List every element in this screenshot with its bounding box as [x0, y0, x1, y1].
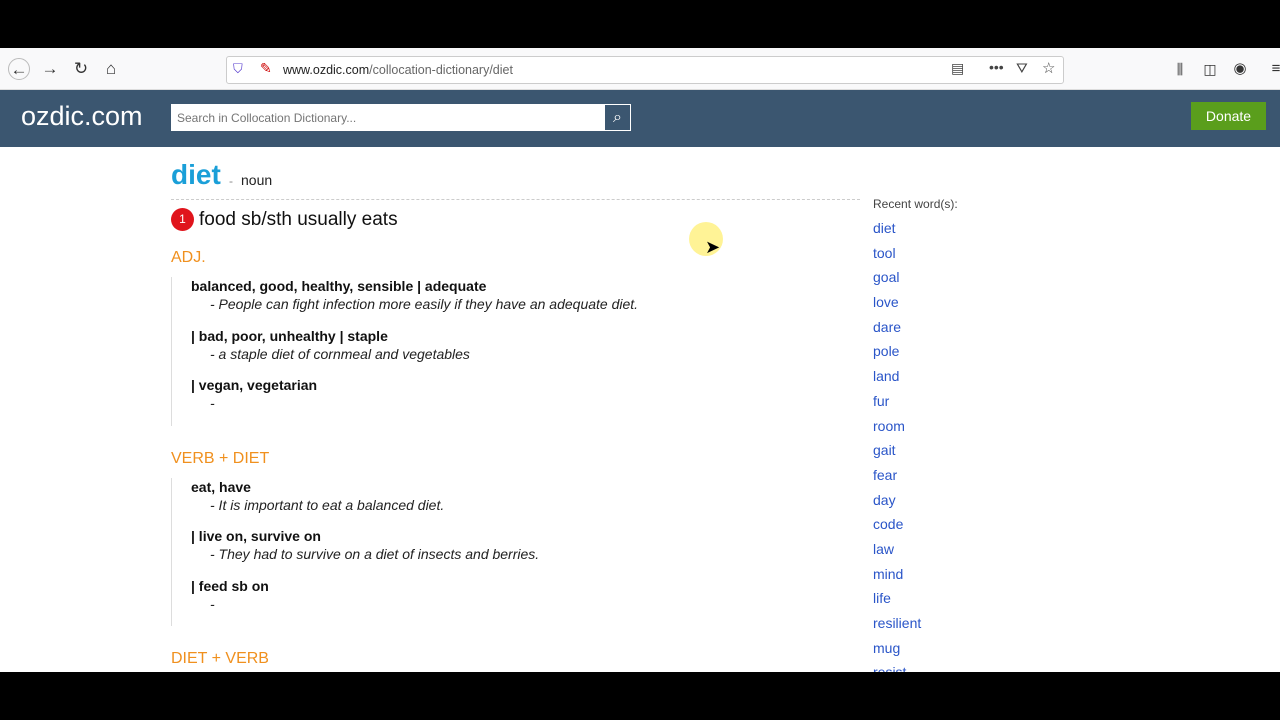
- collocation-sections: ADJ. balanced, good, healthy, sensible | …: [171, 249, 851, 672]
- recent-word-link[interactable]: law: [873, 541, 958, 566]
- recent-words: Recent word(s): diet tool goal love dare pole…: [873, 197, 958, 672]
- recent-word-link[interactable]: dare: [873, 319, 958, 344]
- collocation-words: | bad, poor, unhealthy | staple: [191, 327, 388, 344]
- section-body: balanced, good, healthy, sensible | adeq…: [171, 277, 851, 426]
- search-button[interactable]: ⌕: [604, 104, 631, 131]
- url-text[interactable]: www.ozdic.com/collocation-dictionary/die…: [283, 63, 513, 77]
- collocation-entry: | vegan, vegetarian -: [191, 376, 851, 426]
- recent-word-link[interactable]: code: [873, 516, 958, 541]
- recent-word-link[interactable]: life: [873, 590, 958, 615]
- sense-number-badge: 1: [171, 208, 194, 231]
- recent-word-link[interactable]: day: [873, 492, 958, 517]
- recent-word-link[interactable]: fear: [873, 467, 958, 492]
- divider: [171, 199, 860, 200]
- collocation-words: eat, have: [191, 478, 251, 495]
- site-header: ozdic.com ⌕ Donate: [0, 90, 1280, 147]
- recent-word-link[interactable]: mug: [873, 640, 958, 665]
- example-sentence: -: [210, 395, 215, 411]
- address-bar[interactable]: ⛉ ✎ www.ozdic.com/collocation-dictionary…: [226, 56, 1064, 84]
- collocation-words: | live on, survive on: [191, 528, 321, 544]
- pocket-icon[interactable]: ⛛: [1016, 60, 1028, 77]
- screen-top-bar: [0, 0, 1280, 48]
- section-title: VERB + DIET: [171, 449, 270, 467]
- home-icon[interactable]: ⌂: [100, 58, 122, 80]
- menu-icon[interactable]: ≡: [1265, 58, 1280, 80]
- account-icon[interactable]: ◉: [1229, 58, 1251, 80]
- recent-word-link[interactable]: land: [873, 368, 958, 393]
- recent-words-title: Recent word(s):: [873, 197, 958, 211]
- section-title: DIET + VERB: [171, 650, 269, 667]
- example-sentence: - They had to survive on a diet of insec…: [210, 546, 540, 562]
- back-icon[interactable]: ←: [8, 58, 30, 80]
- recent-word-link[interactable]: love: [873, 294, 958, 319]
- example-sentence: - a staple diet of cornmeal and vegetabl…: [210, 345, 470, 362]
- collocation-entry: | feed sb on -: [191, 577, 851, 627]
- search-icon: ⌕: [613, 109, 622, 126]
- main-content: diet - noun 1 food sb/sth usually eats ADJ…: [0, 147, 1280, 672]
- recent-word-link[interactable]: fur: [873, 393, 958, 418]
- browser-toolbar: ← → ↻ ⌂ ⛉ ✎ www.ozdic.com/collocation-di…: [0, 48, 1280, 90]
- collocation-words: | vegan, vegetarian: [191, 377, 318, 393]
- search-input[interactable]: [171, 104, 604, 131]
- collocation-words: balanced, good, healthy, sensible | adeq…: [191, 278, 487, 294]
- recent-word-link[interactable]: resilient: [873, 615, 958, 640]
- more-actions-icon[interactable]: •••: [989, 59, 1004, 75]
- pos-label: noun: [241, 172, 273, 188]
- recent-word-link[interactable]: tool: [873, 245, 958, 270]
- recent-word-link[interactable]: pole: [873, 343, 958, 368]
- sidebar-icon[interactable]: ◫: [1199, 58, 1221, 80]
- insecure-lock-icon[interactable]: ✎: [260, 60, 272, 77]
- recent-word-link[interactable]: goal: [873, 269, 958, 294]
- forward-icon[interactable]: →: [39, 58, 61, 80]
- sense-text: food sb/sth usually eats: [199, 209, 398, 230]
- collocation-entry: eat, have - It is important to eat a bala…: [191, 478, 851, 528]
- collocation-words: | feed sb on: [191, 577, 269, 594]
- recent-word-link[interactable]: gait: [873, 442, 958, 467]
- collocation-entry: | live on, survive on - They had to survi…: [191, 527, 851, 577]
- recent-word-link[interactable]: room: [873, 418, 958, 443]
- example-sentence: -: [210, 595, 215, 612]
- library-icon[interactable]: ⫼: [1169, 58, 1191, 80]
- example-sentence: - People can fight infection more easily…: [210, 296, 639, 312]
- mouse-pointer-icon: ➤: [705, 237, 721, 257]
- section-body: eat, have - It is important to eat a bala…: [171, 477, 851, 627]
- recent-word-link[interactable]: mind: [873, 566, 958, 591]
- sense-heading: 1 food sb/sth usually eats: [171, 208, 398, 231]
- donate-button[interactable]: Donate: [1191, 102, 1266, 130]
- site-logo[interactable]: ozdic.com: [21, 101, 143, 132]
- headword: diet: [171, 159, 221, 190]
- bookmark-star-icon[interactable]: ☆: [1042, 59, 1055, 77]
- reload-icon[interactable]: ↻: [70, 58, 92, 80]
- reader-view-icon[interactable]: ▤: [951, 60, 964, 77]
- recent-word-link[interactable]: diet: [873, 220, 958, 245]
- part-of-speech: - noun: [229, 172, 280, 188]
- section-title: ADJ.: [171, 249, 206, 266]
- collocation-entry: | bad, poor, unhealthy | staple - a stapl…: [191, 327, 851, 377]
- shield-icon[interactable]: ⛉: [233, 61, 243, 77]
- example-sentence: - It is important to eat a balanced diet…: [210, 496, 445, 513]
- separator: -: [229, 174, 233, 188]
- recent-word-link[interactable]: resist: [873, 664, 958, 672]
- collocation-entry: balanced, good, healthy, sensible | adeq…: [191, 277, 851, 327]
